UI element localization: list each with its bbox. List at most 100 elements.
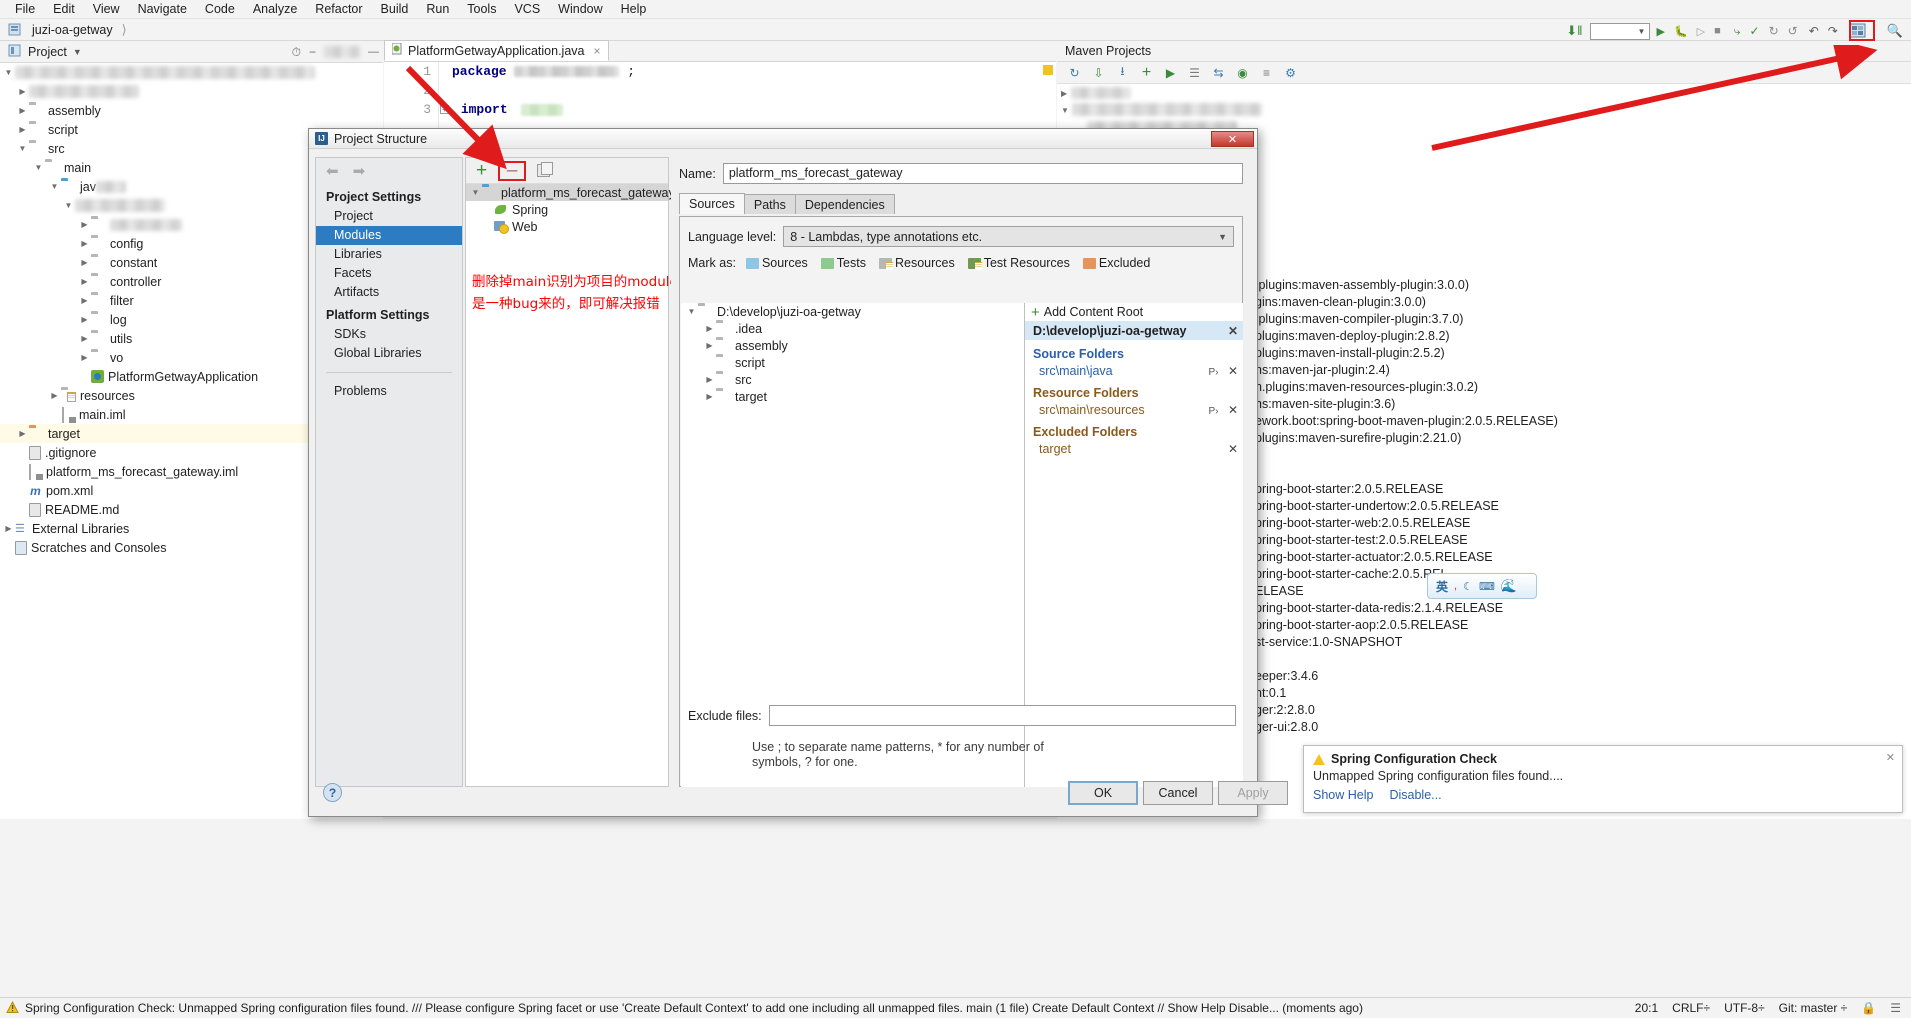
- excluded-folder-row[interactable]: target ✕: [1025, 440, 1243, 457]
- redo-icon[interactable]: ↷: [1828, 24, 1838, 38]
- close-dialog-button[interactable]: ✕: [1211, 131, 1254, 147]
- expand-arrow-icon[interactable]: ▼: [48, 182, 61, 191]
- generate-sources-icon[interactable]: ⇩: [1091, 65, 1106, 80]
- expand-arrow-icon[interactable]: ▶: [16, 87, 29, 96]
- menu-item-run[interactable]: Run: [417, 0, 458, 19]
- menu-item-help[interactable]: Help: [612, 0, 656, 19]
- mark-as-resources-button[interactable]: Resources: [878, 256, 955, 270]
- expand-arrow-icon[interactable]: ▶: [78, 258, 91, 267]
- nav-item-modules[interactable]: Modules: [316, 226, 462, 245]
- module-row-spring-facet[interactable]: Spring: [466, 201, 668, 218]
- tree-row[interactable]: ▼: [0, 63, 383, 82]
- menu-item-vcs[interactable]: VCS: [505, 0, 549, 19]
- module-name-input[interactable]: platform_ms_forecast_gateway: [722, 163, 1243, 184]
- menu-item-navigate[interactable]: Navigate: [129, 0, 196, 19]
- content-tree-row-script[interactable]: ▶ script: [681, 354, 1024, 371]
- add-content-root-button[interactable]: + Add Content Root: [1025, 303, 1243, 321]
- mark-as-tests-button[interactable]: Tests: [820, 256, 866, 270]
- module-row-platform-ms-forecast-gateway[interactable]: ▼ platform_ms_forecast_gateway: [466, 184, 675, 201]
- expand-arrow-icon[interactable]: ▶: [1061, 89, 1067, 98]
- add-maven-project-icon[interactable]: +: [1139, 64, 1154, 81]
- vcs-commit-icon[interactable]: ✓: [1750, 24, 1760, 38]
- expand-arrow-icon[interactable]: ▶: [16, 429, 29, 438]
- vcs-rollback-icon[interactable]: ↺: [1788, 24, 1798, 38]
- expand-arrow-icon[interactable]: ▶: [78, 239, 91, 248]
- tab-dependencies[interactable]: Dependencies: [794, 194, 895, 214]
- menu-item-edit[interactable]: Edit: [44, 0, 84, 19]
- inspection-warning-marker[interactable]: [1043, 65, 1053, 75]
- content-root-path-row[interactable]: D:\develop\juzi-oa-getway ✕: [1025, 321, 1243, 340]
- language-level-select[interactable]: 8 - Lambdas, type annotations etc. ▼: [783, 226, 1234, 247]
- remove-resource-folder-icon[interactable]: ✕: [1228, 403, 1238, 417]
- expand-arrow-icon[interactable]: ▶: [48, 391, 61, 400]
- expand-arrow-icon[interactable]: ▶: [703, 324, 716, 333]
- execute-maven-goal-icon[interactable]: ☰: [1187, 65, 1202, 80]
- expand-arrow-icon[interactable]: ▼: [685, 307, 698, 316]
- tree-row[interactable]: ▶: [0, 82, 383, 101]
- expand-arrow-icon[interactable]: ▶: [703, 375, 716, 384]
- reimport-icon[interactable]: ↻: [1067, 65, 1082, 80]
- menu-item-build[interactable]: Build: [372, 0, 418, 19]
- undo-icon[interactable]: ↶: [1809, 24, 1819, 38]
- menu-item-tools[interactable]: Tools: [458, 0, 505, 19]
- expand-arrow-icon[interactable]: ▶: [703, 392, 716, 401]
- breadcrumb[interactable]: juzi-oa-getway ⟩: [8, 22, 131, 38]
- ime-toolbar[interactable]: 英 , ☾ ⌨ 🌊: [1427, 573, 1537, 599]
- vcs-history-icon[interactable]: ↻: [1769, 24, 1779, 38]
- expand-arrow-icon[interactable]: ▶: [78, 334, 91, 343]
- tab-sources[interactable]: Sources: [679, 193, 745, 214]
- cancel-button[interactable]: Cancel: [1143, 781, 1213, 805]
- nav-item-libraries[interactable]: Libraries: [316, 245, 462, 264]
- ok-button[interactable]: OK: [1068, 781, 1138, 805]
- expand-arrow-icon[interactable]: ▶: [78, 353, 91, 362]
- run-icon[interactable]: ▶: [1656, 25, 1664, 38]
- editor-tab-platformgetwayapplication[interactable]: PlatformGetwayApplication.java ×: [384, 40, 609, 61]
- skip-tests-icon[interactable]: ◉: [1235, 65, 1250, 80]
- menu-item-analyze[interactable]: Analyze: [244, 0, 306, 19]
- file-encoding[interactable]: UTF-8÷: [1724, 1001, 1765, 1015]
- maven-settings-icon[interactable]: ⚙: [1283, 65, 1298, 80]
- remove-module-button[interactable]: –: [507, 161, 518, 180]
- menu-item-view[interactable]: View: [84, 0, 129, 19]
- chevron-down-icon[interactable]: ▼: [73, 47, 82, 57]
- balloon-link-disable[interactable]: Disable...: [1389, 788, 1441, 802]
- expand-arrow-icon[interactable]: ▼: [1061, 106, 1069, 115]
- remove-source-folder-icon[interactable]: ✕: [1228, 364, 1238, 378]
- expand-arrow-icon[interactable]: ▶: [16, 125, 29, 134]
- remove-content-root-icon[interactable]: ✕: [1228, 324, 1238, 338]
- expand-arrow-icon[interactable]: ▶: [2, 524, 15, 533]
- nav-item-artifacts[interactable]: Artifacts: [316, 283, 462, 302]
- expand-arrow-icon[interactable]: ▶: [78, 315, 91, 324]
- add-module-button[interactable]: +: [476, 161, 487, 180]
- lock-icon[interactable]: 🔒: [1861, 1001, 1876, 1015]
- edit-properties-icon[interactable]: P›: [1208, 367, 1218, 378]
- mark-as-test-resources-button[interactable]: Test Resources: [967, 256, 1070, 270]
- expand-arrow-icon[interactable]: ▼: [2, 68, 15, 77]
- edit-properties-icon[interactable]: P›: [1208, 406, 1218, 417]
- expand-arrow-icon[interactable]: ▶: [78, 296, 91, 305]
- hide-icon[interactable]: ―: [368, 46, 379, 58]
- expand-arrow-icon[interactable]: ▼: [469, 188, 482, 197]
- ime-toolbox-icon[interactable]: 🌊: [1501, 578, 1517, 594]
- folded-imports-region[interactable]: [521, 103, 564, 116]
- source-folder-row[interactable]: src\main\java P› ✕: [1025, 362, 1243, 379]
- mark-as-sources-button[interactable]: Sources: [745, 256, 808, 270]
- nav-item-facets[interactable]: Facets: [316, 264, 462, 283]
- back-arrow-icon[interactable]: ⬅: [326, 162, 339, 180]
- expand-arrow-icon[interactable]: ▼: [16, 144, 29, 153]
- expand-arrow-icon[interactable]: ▶: [703, 341, 716, 350]
- run-coverage-icon[interactable]: ▷: [1697, 25, 1705, 38]
- apply-button[interactable]: Apply: [1218, 781, 1288, 805]
- tab-paths[interactable]: Paths: [743, 194, 796, 214]
- status-message[interactable]: Spring Configuration Check: Unmapped Spr…: [25, 1001, 1635, 1015]
- history-icon[interactable]: ⏱: [292, 45, 301, 60]
- ime-comma-icon[interactable]: ,: [1454, 580, 1457, 592]
- code-editor[interactable]: 1 2 3 package ; + import: [384, 62, 1056, 130]
- mark-as-excluded-button[interactable]: Excluded: [1082, 256, 1150, 270]
- ime-keyboard-icon[interactable]: ⌨: [1479, 580, 1495, 593]
- nav-item-sdks[interactable]: SDKs: [316, 325, 462, 344]
- expand-arrow-icon[interactable]: ▼: [32, 163, 45, 172]
- run-config-selector[interactable]: ▼: [1590, 22, 1651, 40]
- maven-row[interactable]: ▶: [1057, 84, 1911, 101]
- content-tree-row-root[interactable]: ▼ D:\develop\juzi-oa-getway: [681, 303, 1024, 320]
